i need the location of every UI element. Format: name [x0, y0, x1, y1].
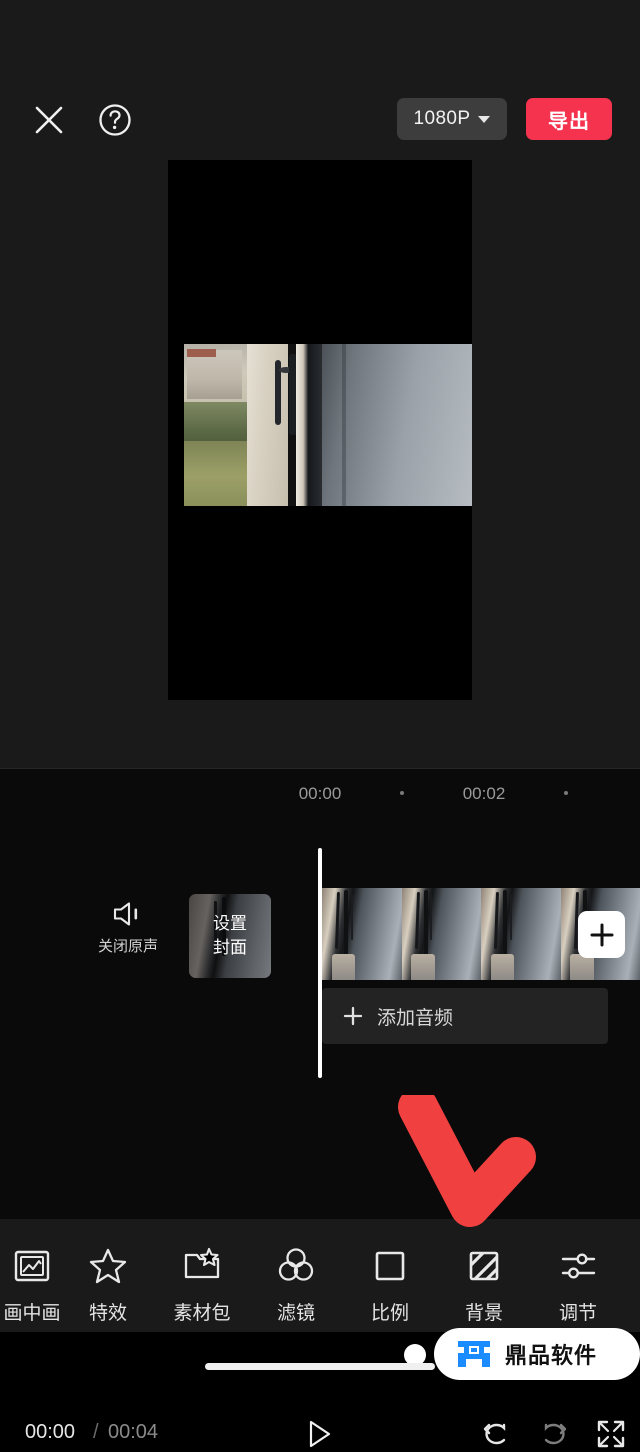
bottom-toolbar[interactable]: 画中画 特效 素材包 — [0, 1232, 640, 1332]
help-circle-icon[interactable] — [91, 96, 139, 144]
frame-stripe-2 — [503, 890, 507, 956]
video-preview-canvas[interactable] — [168, 160, 472, 700]
scene-grass — [184, 441, 253, 506]
plus-icon — [589, 922, 615, 948]
add-clip-button[interactable] — [578, 911, 625, 958]
tool-label: 特效 — [89, 1298, 127, 1325]
cover-label-overlay: 设置 封面 — [189, 894, 271, 978]
mute-label: 关闭原声 — [98, 935, 158, 956]
tool-label: 调节 — [559, 1298, 597, 1325]
resolution-label: 1080P — [414, 108, 471, 130]
tool-label: 素材包 — [173, 1298, 230, 1325]
tool-label: 背景 — [465, 1298, 503, 1325]
export-button[interactable]: 导出 — [526, 98, 612, 140]
close-icon[interactable] — [25, 96, 73, 144]
tool-filter[interactable]: 滤镜 — [250, 1232, 342, 1328]
background-hatch-icon — [463, 1242, 505, 1290]
dingpin-logo-icon — [454, 1337, 494, 1371]
time-separator: / — [93, 1421, 99, 1444]
total-time: 00:04 — [108, 1421, 158, 1444]
plus-icon — [342, 1005, 364, 1027]
top-bar: 1080P 导出 — [0, 0, 640, 80]
ruler-tick-2: 00:02 — [463, 784, 506, 804]
tool-background[interactable]: 背景 — [438, 1232, 530, 1328]
editor-app: 1080P 导出 — [0, 0, 640, 1385]
material-pack-icon — [181, 1242, 223, 1290]
play-button[interactable] — [300, 1416, 340, 1452]
scene-roof — [187, 349, 216, 357]
frame-stripe-3 — [351, 894, 353, 940]
video-frame-thumb[interactable] — [402, 888, 482, 980]
watermark: 鼎品软件 — [434, 1328, 640, 1380]
scene-building — [187, 350, 242, 399]
cover-label-line2: 封面 — [213, 937, 247, 959]
filter-circles-icon — [275, 1242, 317, 1290]
cover-label-line1: 设置 — [213, 913, 247, 935]
frame-base — [491, 954, 515, 980]
annotation-arrow — [398, 1095, 538, 1240]
tool-label: 比例 — [371, 1298, 409, 1325]
video-frame-thumb[interactable] — [481, 888, 561, 980]
fullscreen-icon[interactable] — [591, 1416, 631, 1452]
timeline-ruler[interactable]: 00:00 00:02 — [0, 769, 640, 817]
watermark-text: 鼎品软件 — [505, 1338, 597, 1370]
resolution-selector[interactable]: 1080P — [397, 98, 507, 140]
tool-label: 滤镜 — [277, 1298, 315, 1325]
frame-base — [411, 954, 435, 980]
sparkle-star-icon — [87, 1242, 129, 1290]
add-audio-label: 添加音频 — [377, 1003, 453, 1030]
speaker-mute-icon — [111, 900, 145, 928]
frame-stripe-2 — [424, 890, 428, 956]
tool-material-pack[interactable]: 素材包 — [156, 1232, 248, 1328]
tool-adjust[interactable]: 调节 — [532, 1232, 624, 1328]
frame-base — [570, 954, 594, 980]
set-cover-button[interactable]: 设置 封面 — [189, 894, 271, 978]
playhead[interactable] — [318, 848, 322, 1078]
home-indicator — [205, 1363, 435, 1370]
preview-video-frame — [184, 344, 472, 506]
frame-base — [332, 954, 356, 980]
picture-in-picture-icon — [11, 1242, 53, 1290]
ruler-tick-0: 00:00 — [299, 784, 342, 804]
frame-stripe-3 — [510, 894, 512, 940]
scene-wall-seam — [342, 344, 345, 506]
ruler-tick-dot-1 — [400, 791, 404, 795]
tool-label: 画中画 — [3, 1298, 60, 1325]
add-audio-track[interactable]: 添加音频 — [322, 988, 608, 1044]
undo-icon[interactable] — [476, 1416, 516, 1452]
scene-door-gap — [308, 344, 322, 506]
mute-original-sound-button[interactable]: 关闭原声 — [96, 900, 160, 972]
adjust-sliders-icon — [557, 1242, 599, 1290]
tool-effects[interactable]: 特效 — [62, 1232, 154, 1328]
frame-stripe-2 — [344, 890, 348, 956]
video-frame-thumb[interactable] — [322, 888, 402, 980]
ruler-tick-dot-3 — [564, 791, 568, 795]
chevron-down-icon — [478, 116, 490, 123]
redo-icon[interactable] — [534, 1416, 574, 1452]
playback-bar: 00:00 / 00:04 — [0, 700, 640, 768]
timeline-section[interactable]: 00:00 00:02 关闭原声 设置 封面 — [0, 769, 640, 1219]
preview-scene — [184, 344, 472, 506]
aspect-ratio-icon — [369, 1242, 411, 1290]
export-label: 导出 — [548, 105, 590, 134]
scene-door-edge — [296, 344, 308, 506]
current-time: 00:00 — [25, 1421, 75, 1444]
tool-aspect-ratio[interactable]: 比例 — [344, 1232, 436, 1328]
